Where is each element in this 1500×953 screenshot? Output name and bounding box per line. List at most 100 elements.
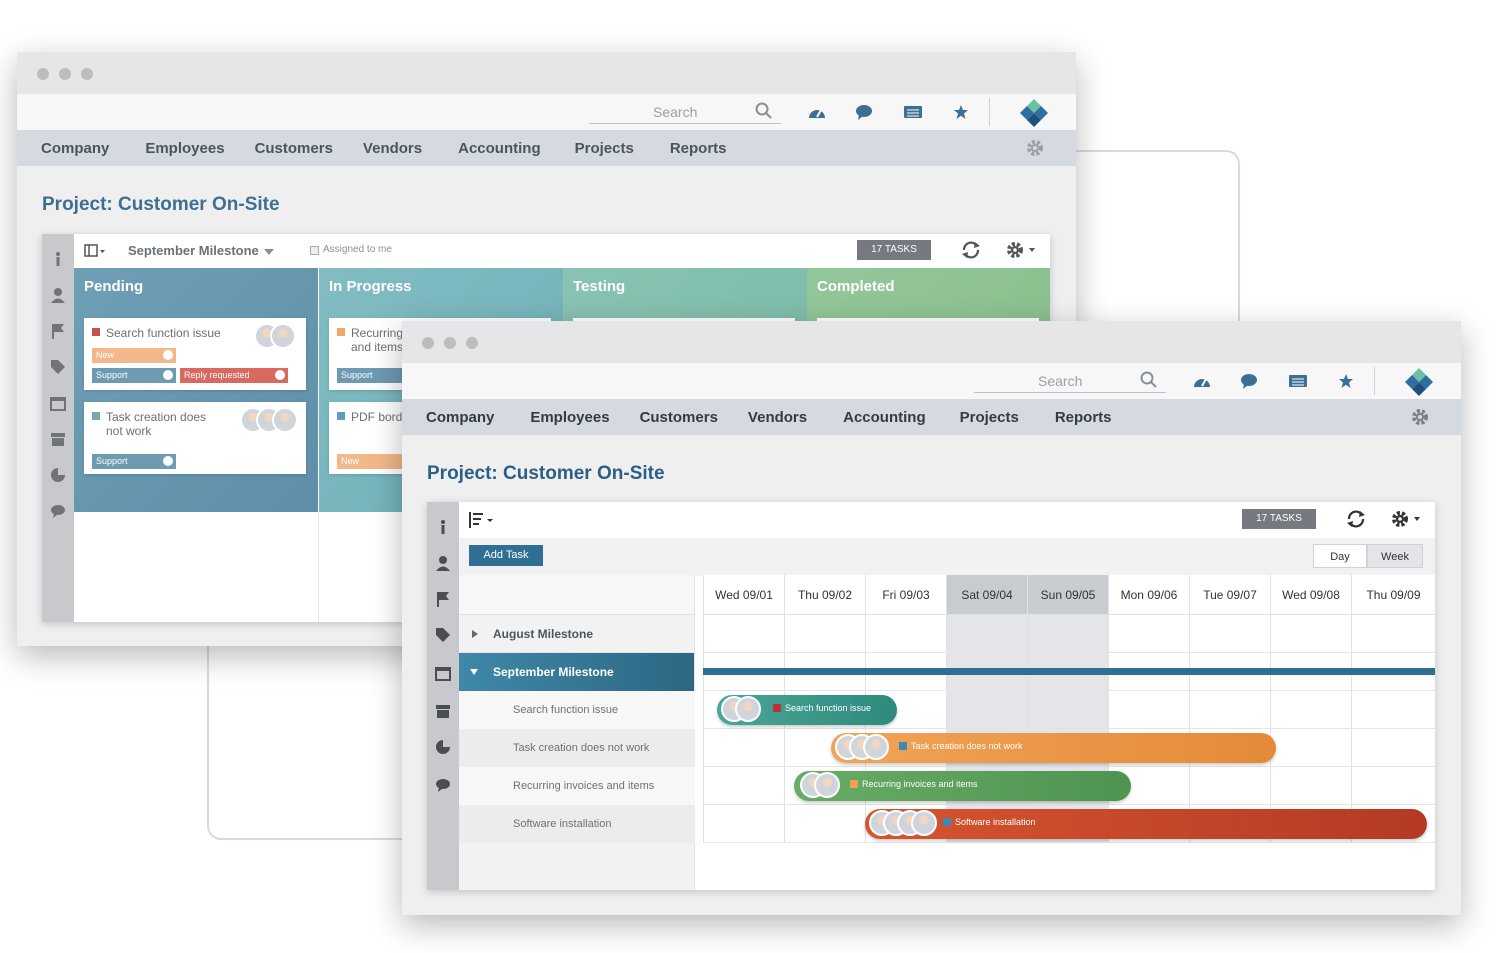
gantt-panel: 17 TASKS Add Task Day Week August Milest… bbox=[427, 502, 1435, 890]
milestone-bar[interactable] bbox=[703, 668, 1435, 675]
remove-tag-icon[interactable] bbox=[275, 370, 285, 380]
tree-row-september[interactable]: September Milestone bbox=[459, 653, 694, 691]
pie-chart-icon[interactable] bbox=[49, 466, 67, 484]
day-view-button[interactable]: Day bbox=[1313, 544, 1367, 568]
tree-row-task[interactable]: Recurring invoices and items bbox=[459, 767, 695, 805]
remove-tag-icon[interactable] bbox=[163, 456, 173, 466]
maximize-dot[interactable] bbox=[466, 337, 478, 349]
tag-support[interactable]: Support bbox=[92, 368, 176, 383]
nav-accounting[interactable]: Accounting bbox=[843, 409, 926, 426]
search-placeholder: Search bbox=[653, 104, 698, 120]
archive-icon[interactable] bbox=[49, 430, 67, 448]
tree-row-august[interactable]: August Milestone bbox=[459, 615, 694, 653]
card-title: PDF bord bbox=[351, 410, 403, 424]
panel-settings-icon[interactable] bbox=[1004, 239, 1038, 261]
maximize-dot[interactable] bbox=[81, 68, 93, 80]
calendar-icon[interactable] bbox=[49, 394, 67, 412]
search-input[interactable]: Search bbox=[974, 371, 1166, 393]
settings-gear-icon[interactable] bbox=[1410, 407, 1430, 427]
nav-reports[interactable]: Reports bbox=[1055, 409, 1112, 426]
flag-icon[interactable] bbox=[49, 322, 67, 340]
chevron-down-icon[interactable] bbox=[264, 249, 274, 255]
close-dot[interactable] bbox=[422, 337, 434, 349]
nav-reports[interactable]: Reports bbox=[670, 140, 727, 157]
tree-row-task[interactable]: Software installation bbox=[459, 805, 695, 843]
remove-tag-icon[interactable] bbox=[163, 350, 173, 360]
tag-icon[interactable] bbox=[434, 626, 452, 644]
tag-new[interactable]: New bbox=[92, 348, 176, 363]
search-icon[interactable] bbox=[755, 102, 773, 120]
search-input[interactable]: Search bbox=[589, 102, 781, 124]
nav-company[interactable]: Company bbox=[426, 409, 494, 426]
panel-settings-icon[interactable] bbox=[1389, 508, 1423, 530]
columns-view-icon[interactable] bbox=[84, 243, 106, 259]
day-header-weekend: Sat 09/04 bbox=[946, 575, 1027, 615]
task-card[interactable]: Task creation does not work Support bbox=[84, 402, 306, 474]
tree-row-task[interactable]: Task creation does not work bbox=[459, 729, 695, 767]
task-marker bbox=[943, 818, 951, 826]
top-bar: Search bbox=[17, 94, 1076, 130]
gantt-bar-task[interactable]: Task creation does not work bbox=[831, 733, 1276, 763]
gantt-bar-task[interactable]: Recurring invoices and items bbox=[794, 771, 1131, 801]
gantt-bar-task[interactable]: Software installation bbox=[865, 809, 1427, 839]
expand-arrow-icon[interactable] bbox=[471, 629, 479, 639]
bar-label: Software installation bbox=[955, 817, 1036, 827]
refresh-icon[interactable] bbox=[1345, 508, 1367, 530]
dashboard-icon[interactable] bbox=[805, 102, 829, 122]
collapse-arrow-icon[interactable] bbox=[469, 668, 479, 676]
task-card[interactable]: Search function issue New Support Reply … bbox=[84, 318, 306, 390]
list-card-icon[interactable] bbox=[901, 102, 925, 122]
tag-label: New bbox=[341, 456, 360, 466]
chat-icon[interactable] bbox=[1238, 371, 1262, 391]
tag-label: Reply requested bbox=[184, 370, 250, 380]
tree-row-task[interactable]: Search function issue bbox=[459, 691, 695, 729]
nav-vendors[interactable]: Vendors bbox=[748, 409, 807, 426]
nav-accounting[interactable]: Accounting bbox=[458, 140, 541, 157]
nav-projects[interactable]: Projects bbox=[960, 409, 1019, 426]
search-icon[interactable] bbox=[1140, 371, 1158, 389]
remove-tag-icon[interactable] bbox=[163, 370, 173, 380]
main-nav: Company Employees Customers Vendors Acco… bbox=[402, 399, 1461, 435]
info-icon[interactable] bbox=[49, 250, 67, 268]
settings-gear-icon[interactable] bbox=[1025, 138, 1045, 158]
tag-support[interactable]: Support bbox=[92, 454, 176, 469]
list-card-icon[interactable] bbox=[1286, 371, 1310, 391]
star-icon[interactable] bbox=[1334, 371, 1358, 391]
nav-vendors[interactable]: Vendors bbox=[363, 140, 422, 157]
chat-icon[interactable] bbox=[853, 102, 877, 122]
gantt-bar-task[interactable]: Search function issue bbox=[717, 695, 897, 725]
user-icon[interactable] bbox=[434, 554, 452, 572]
comments-icon[interactable] bbox=[49, 502, 67, 520]
tag-reply-requested[interactable]: Reply requested bbox=[180, 368, 288, 383]
nav-company[interactable]: Company bbox=[41, 140, 109, 157]
calendar-icon[interactable] bbox=[434, 664, 452, 682]
info-icon[interactable] bbox=[434, 518, 452, 536]
nav-customers[interactable]: Customers bbox=[255, 140, 333, 157]
flag-icon[interactable] bbox=[434, 590, 452, 608]
dashboard-icon[interactable] bbox=[1190, 371, 1214, 391]
user-icon[interactable] bbox=[49, 286, 67, 304]
minimize-dot[interactable] bbox=[59, 68, 71, 80]
close-dot[interactable] bbox=[37, 68, 49, 80]
star-icon[interactable] bbox=[949, 102, 973, 122]
nav-employees[interactable]: Employees bbox=[530, 409, 609, 426]
archive-icon[interactable] bbox=[434, 702, 452, 720]
gantt-subtoolbar bbox=[459, 538, 1435, 576]
milestone-dropdown[interactable]: September Milestone bbox=[128, 243, 259, 258]
assigned-checkbox[interactable] bbox=[310, 246, 319, 255]
tree-empty bbox=[459, 843, 694, 890]
title-bar bbox=[17, 52, 1076, 94]
grid-row bbox=[703, 615, 1435, 653]
nav-customers[interactable]: Customers bbox=[640, 409, 718, 426]
minimize-dot[interactable] bbox=[444, 337, 456, 349]
task-marker bbox=[899, 742, 907, 750]
nav-projects[interactable]: Projects bbox=[575, 140, 634, 157]
tag-icon[interactable] bbox=[49, 358, 67, 376]
tree-view-icon[interactable] bbox=[467, 510, 495, 530]
add-task-button[interactable]: Add Task bbox=[469, 545, 543, 566]
comments-icon[interactable] bbox=[434, 776, 452, 794]
refresh-icon[interactable] bbox=[960, 239, 982, 261]
pie-chart-icon[interactable] bbox=[434, 738, 452, 756]
week-view-button[interactable]: Week bbox=[1367, 544, 1423, 568]
nav-employees[interactable]: Employees bbox=[145, 140, 224, 157]
